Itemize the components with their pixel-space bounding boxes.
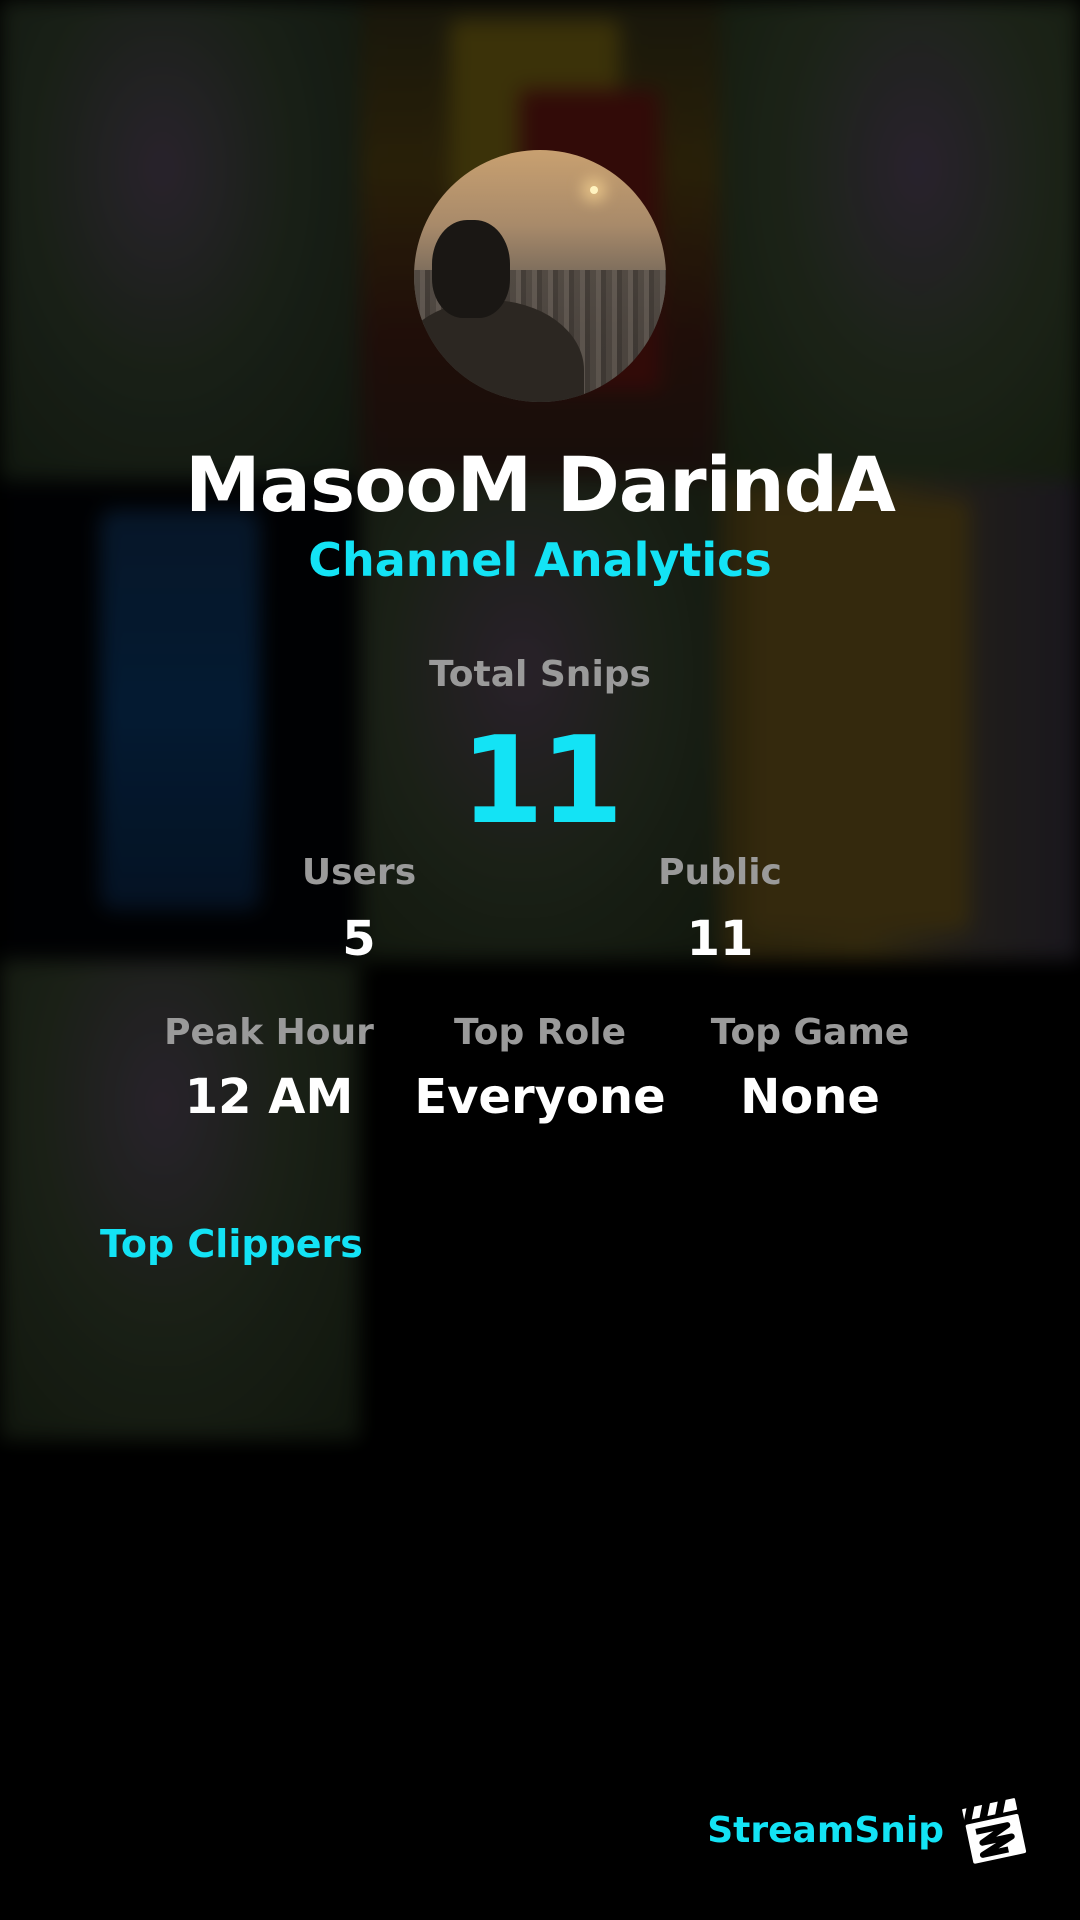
clapperboard-icon xyxy=(960,1796,1029,1866)
peak-hour-value: 12 AM xyxy=(184,1069,354,1125)
top-game-value: None xyxy=(740,1069,880,1125)
top-game-label: Top Game xyxy=(710,1012,910,1053)
public-value: 11 xyxy=(686,911,754,967)
top-role-stat: Top Role Everyone xyxy=(400,1012,680,1125)
brand-name: StreamSnip xyxy=(707,1809,944,1851)
brand-footer: StreamSnip xyxy=(700,1790,1030,1870)
users-value: 5 xyxy=(342,911,376,967)
top-clippers-heading: Top Clippers xyxy=(100,1222,363,1266)
total-snips-label: Total Snips xyxy=(429,654,651,695)
public-label: Public xyxy=(658,852,782,893)
page-subtitle: Channel Analytics xyxy=(308,533,772,587)
users-label: Users xyxy=(301,852,417,893)
public-stat: Public 11 xyxy=(620,852,820,967)
avatar xyxy=(414,150,666,402)
top-role-value: Everyone xyxy=(414,1069,666,1125)
peak-hour-stat: Peak Hour 12 AM xyxy=(149,1012,389,1125)
channel-name: MasooM DarindA xyxy=(185,440,896,529)
card-content: MasooM DarindA Channel Analytics Total S… xyxy=(0,0,1080,1920)
users-stat: Users 5 xyxy=(259,852,459,967)
top-game-stat: Top Game None xyxy=(690,1012,930,1125)
top-role-label: Top Role xyxy=(453,1012,627,1053)
total-snips-value: 11 xyxy=(460,712,624,851)
analytics-card: MasooM DarindA Channel Analytics Total S… xyxy=(0,0,1080,1920)
peak-hour-label: Peak Hour xyxy=(164,1012,374,1053)
